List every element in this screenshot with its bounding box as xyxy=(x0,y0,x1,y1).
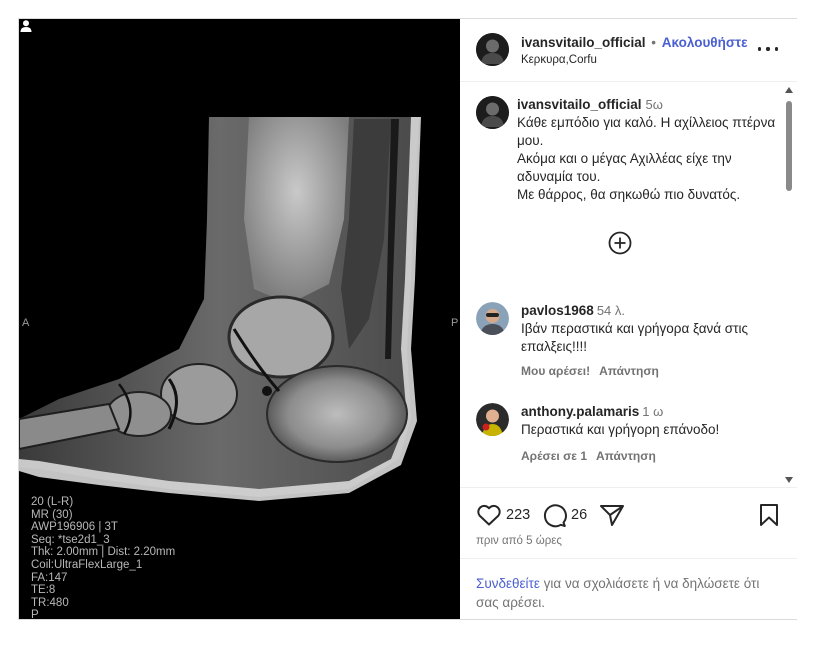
caption-avatar[interactable] xyxy=(476,96,509,129)
post-location[interactable]: Κερκυρα,Corfu xyxy=(521,54,597,66)
more-dot-icon xyxy=(766,47,770,51)
scrollbar-thumb[interactable] xyxy=(786,101,792,191)
commenter-avatar-image xyxy=(476,403,509,436)
commenter-avatar[interactable] xyxy=(476,302,509,335)
mri-meta-line: P xyxy=(31,609,39,619)
comment-body: anthony.palamaris 1 ω Περαστικά και γρήγο… xyxy=(521,403,771,439)
caption-username[interactable]: ivansvitailo_official xyxy=(517,97,642,112)
commenter-avatar[interactable] xyxy=(476,403,509,436)
caption-avatar-image xyxy=(476,96,509,129)
caption-time: 5ω xyxy=(645,97,663,112)
post-dialog: A P 20 (L-R) MR (30) AWP196906 | 3T Seq:… xyxy=(18,18,797,620)
like-heart-icon[interactable] xyxy=(476,503,502,527)
caption-line: Κάθε εμπόδιο για καλό. Η αχίλλειος πτέρν… xyxy=(517,115,776,148)
mri-metadata: 20 (L-R) MR (30) AWP196906 | 3T Seq: *ts… xyxy=(31,496,175,619)
more-dot-icon xyxy=(758,47,762,51)
save-bookmark-icon[interactable] xyxy=(759,503,779,527)
post-media[interactable]: A P 20 (L-R) MR (30) AWP196906 | 3T Seq:… xyxy=(19,19,460,619)
scroll-up-arrow-icon[interactable] xyxy=(785,87,793,93)
more-dot-icon xyxy=(774,47,778,51)
caption-line: Ακόμα και ο μέγας Αχιλλέας είχε την αδυν… xyxy=(517,151,732,184)
mri-meta-line: Seq: *tse2d1_3 xyxy=(31,533,110,546)
post-timestamp[interactable]: πριν από 5 ώρες xyxy=(476,535,562,547)
mri-meta-line: TE:8 xyxy=(31,584,56,597)
commenter-avatar-image xyxy=(476,302,509,335)
comment-body: pavlos1968 54 λ. Ιβάν περαστικά και γρήγο… xyxy=(521,302,771,356)
post-caption: ivansvitailo_official 5ω Κάθε εμπόδιο για… xyxy=(517,96,779,204)
login-prompt: Συνδεθείτε για να σχολιάσετε ή να δηλώσε… xyxy=(476,574,776,612)
comment-username[interactable]: pavlos1968 xyxy=(521,303,594,318)
share-plane-icon[interactable] xyxy=(599,503,625,527)
comment-actions: Μου αρέσει! Απάντηση xyxy=(521,364,668,378)
mri-meta-line: Coil:UltraFlexLarge_1 xyxy=(31,558,143,571)
comment-like-button[interactable]: Αρέσει σε 1 xyxy=(521,449,587,463)
post-sidebar: ivansvitailo_official • Ακολουθήστε Κερκ… xyxy=(460,19,797,619)
comment-text: Περαστικά και γρήγορη επάνοδο! xyxy=(521,422,720,437)
comment-like-button[interactable]: Μου αρέσει! xyxy=(521,364,590,378)
author-line: ivansvitailo_official • Ακολουθήστε xyxy=(521,35,748,50)
comment-time: 1 ω xyxy=(642,404,664,419)
mri-meta-line: MR (30) xyxy=(31,508,73,521)
mri-meta-line: Thk: 2.00mm | Dist: 2.20mm xyxy=(31,546,176,559)
post-actions-bar: 223 26 πριν από 5 ώρες Συνδεθείτε για να… xyxy=(460,487,797,619)
comment-time: 54 λ. xyxy=(596,303,625,318)
mri-meta-line: 20 (L-R) xyxy=(31,496,74,508)
author-username[interactable]: ivansvitailo_official xyxy=(521,35,646,50)
divider xyxy=(460,558,797,559)
mri-meta-line: AWP196906 | 3T xyxy=(31,521,118,534)
author-avatar-image xyxy=(476,33,509,66)
comment-reply-button[interactable]: Απάντηση xyxy=(596,449,656,463)
orientation-left-label: A xyxy=(22,317,30,329)
scroll-down-arrow-icon[interactable] xyxy=(785,477,793,483)
orientation-right-label: P xyxy=(451,317,459,329)
comments-count[interactable]: 26 xyxy=(571,507,587,523)
mri-meta-line: FA:147 xyxy=(31,571,68,584)
load-more-comments-icon[interactable] xyxy=(608,231,632,255)
follow-button[interactable]: Ακολουθήστε xyxy=(662,35,748,50)
mri-meta-line: TR:480 xyxy=(31,596,69,609)
comment-actions: Αρέσει σε 1 Απάντηση xyxy=(521,449,665,463)
tagged-user-icon[interactable] xyxy=(19,19,33,33)
caption-line: Με θάρρος, θα σηκωθώ πιο δυνατός. xyxy=(517,187,741,202)
more-options-button[interactable] xyxy=(758,39,778,59)
comment-bubble-icon[interactable] xyxy=(541,503,567,528)
comment-username[interactable]: anthony.palamaris xyxy=(521,404,639,419)
author-avatar[interactable] xyxy=(476,33,509,66)
separator-dot: • xyxy=(647,35,660,50)
comments-section[interactable]: ivansvitailo_official 5ω Κάθε εμπόδιο για… xyxy=(460,83,797,487)
post-header: ivansvitailo_official • Ακολουθήστε Κερκ… xyxy=(460,19,797,82)
comments-scrollbar[interactable] xyxy=(785,87,793,483)
comment-reply-button[interactable]: Απάντηση xyxy=(599,364,659,378)
comment-text: Ιβάν περαστικά και γρήγορα ξανά στις επα… xyxy=(521,321,748,354)
likes-count[interactable]: 223 xyxy=(506,507,530,523)
login-link[interactable]: Συνδεθείτε xyxy=(476,576,540,591)
